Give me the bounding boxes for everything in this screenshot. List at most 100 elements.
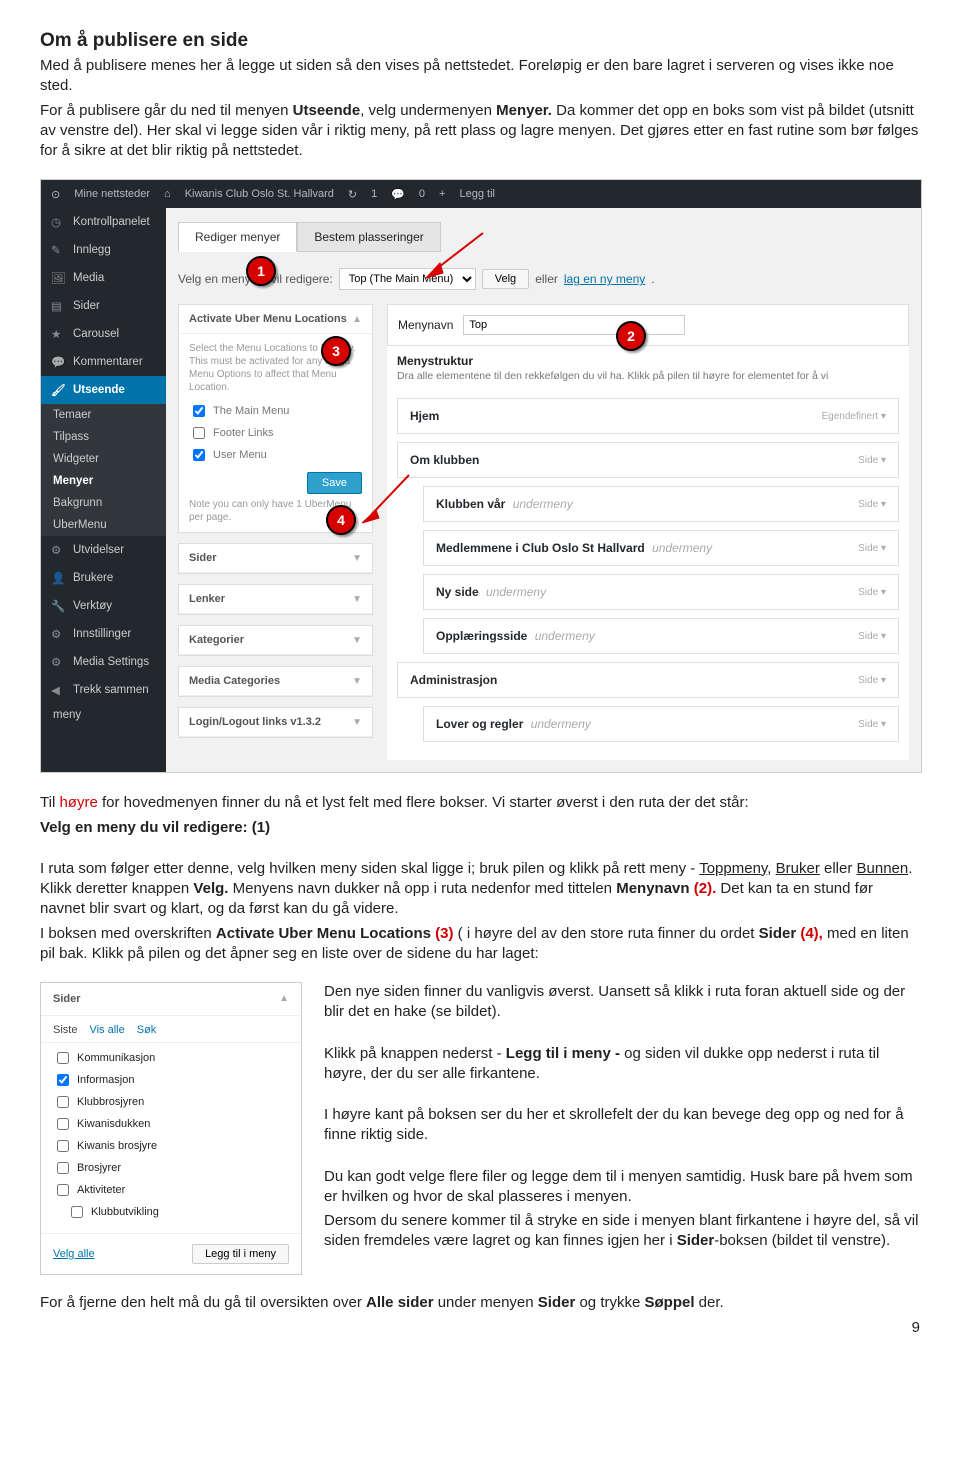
mini-list: Kommunikasjon Informasjon Klubbrosjyren …: [41, 1043, 301, 1233]
my-sites[interactable]: Mine nettsteder: [74, 188, 150, 200]
chk-brosjyrer[interactable]: Brosjyrer: [53, 1157, 289, 1179]
sidebar-media[interactable]: 🖼Media: [41, 264, 166, 292]
menu-item-admin[interactable]: AdministrasjonSide ▾: [397, 662, 899, 698]
sidebar-appearance[interactable]: 🖌Utseende: [41, 376, 166, 404]
sidebar-plugins[interactable]: ⚙Utvidelser: [41, 536, 166, 564]
wrench-icon: 🔧: [51, 599, 65, 613]
mini-add-button[interactable]: Legg til i meny: [192, 1244, 289, 1264]
menu-item-lover[interactable]: Lover og regler undermenySide ▾: [423, 706, 899, 742]
arrow-1: [423, 228, 488, 283]
chevron-down-icon[interactable]: ▼: [352, 676, 362, 687]
tab-locations[interactable]: Bestem plasseringer: [297, 222, 440, 252]
sidebar-media-settings[interactable]: ⚙Media Settings: [41, 648, 166, 676]
new-content[interactable]: Legg til: [459, 188, 494, 200]
sidebar-themes[interactable]: Temaer: [41, 404, 166, 426]
mini-select-all[interactable]: Velg alle: [53, 1248, 95, 1260]
doc-intro2: For å publisere går du ned til menyen Ut…: [40, 101, 920, 162]
chk-kommunikasjon[interactable]: Kommunikasjon: [53, 1047, 289, 1069]
mini-tab-siste[interactable]: Siste: [53, 1024, 77, 1036]
doc-right4: Du kan godt velge flere filer og legge d…: [324, 1167, 920, 1208]
chevron-down-icon[interactable]: ▼: [352, 635, 362, 646]
chk-user-menu[interactable]: User Menu: [189, 444, 362, 466]
refresh-icon: ↻: [348, 188, 357, 201]
sidebar-comments[interactable]: 💬Kommentarer: [41, 348, 166, 376]
acc-sider[interactable]: Sider▼: [178, 543, 373, 574]
acc-lenker[interactable]: Lenker▼: [178, 584, 373, 615]
user-icon: 👤: [51, 571, 65, 585]
chevron-up-icon[interactable]: ▲: [352, 314, 362, 325]
media-icon: 🖼: [51, 271, 65, 285]
menu-item-ny-side[interactable]: Ny side undermenySide ▾: [423, 574, 899, 610]
chk-kiwanis-brosjyre[interactable]: Kiwanis brosjyre: [53, 1135, 289, 1157]
menu-item-hjem[interactable]: HjemEgendefinert ▾: [397, 398, 899, 434]
acc-login-links[interactable]: Login/Logout links v1.3.2▼: [178, 707, 373, 738]
sidebar-ubermenu[interactable]: UberMenu: [41, 514, 166, 536]
sidebar-widgets[interactable]: Widgeter: [41, 448, 166, 470]
sidebar-customize[interactable]: Tilpass: [41, 426, 166, 448]
acc-media-cat[interactable]: Media Categories▼: [178, 666, 373, 697]
uber-head: Activate Uber Menu Locations: [189, 313, 347, 325]
sidebar-carousel[interactable]: ★Carousel: [41, 320, 166, 348]
menu-name-row: Menynavn: [387, 304, 909, 346]
doc-mid3: I ruta som følger etter denne, velg hvil…: [40, 859, 920, 920]
doc-mid2: Velg en meny du vil redigere: (1): [40, 818, 920, 838]
sidebar-dashboard[interactable]: ◷Kontrollpanelet: [41, 208, 166, 236]
sidebar-menus[interactable]: Menyer: [41, 470, 166, 492]
menu-name-input[interactable]: [463, 315, 685, 335]
sidebar-background[interactable]: Bakgrunn: [41, 492, 166, 514]
acc-kategorier[interactable]: Kategorier▼: [178, 625, 373, 656]
mini-tab-sok[interactable]: Søk: [137, 1024, 157, 1036]
page-number: 9: [40, 1319, 920, 1336]
doc-title: Om å publisere en side: [40, 30, 920, 52]
site-name[interactable]: Kiwanis Club Oslo St. Hallvard: [185, 188, 334, 200]
collapse-icon: ◀: [51, 683, 65, 697]
gauge-icon: ◷: [51, 215, 65, 229]
updates-count[interactable]: 1: [371, 188, 377, 200]
chk-klubbrosjyren[interactable]: Klubbrosjyren: [53, 1091, 289, 1113]
select-button[interactable]: Velg: [482, 269, 529, 289]
chk-klubbutvikling[interactable]: Klubbutvikling: [53, 1201, 289, 1223]
chk-footer-links[interactable]: Footer Links: [189, 422, 362, 444]
doc-mid4: I boksen med overskriften Activate Uber …: [40, 924, 920, 965]
chk-main-menu[interactable]: The Main Menu: [189, 400, 362, 422]
sidebar-posts[interactable]: ✎Innlegg: [41, 236, 166, 264]
tab-edit-menus[interactable]: Rediger menyer: [178, 222, 297, 252]
comments-count[interactable]: 0: [419, 188, 425, 200]
menu-item-om-klubben[interactable]: Om klubbenSide ▾: [397, 442, 899, 478]
menu-item-opplaering[interactable]: Opplæringsside undermenySide ▾: [423, 618, 899, 654]
struct-head: Menystruktur: [387, 346, 909, 370]
menu-item-medlemmene[interactable]: Medlemmene i Club Oslo St Hallvard under…: [423, 530, 899, 566]
save-button[interactable]: Save: [307, 472, 362, 494]
sidebar-users[interactable]: 👤Brukere: [41, 564, 166, 592]
sidebar-tools[interactable]: 🔧Verktøy: [41, 592, 166, 620]
mini-tab-visalle[interactable]: Vis alle: [89, 1024, 124, 1036]
home-icon: ⌂: [164, 188, 171, 200]
comment-icon: 💬: [51, 355, 65, 369]
doc-right1: Den nye siden finner du vanligvis øverst…: [324, 982, 920, 1023]
admin-sidebar: ◷Kontrollpanelet ✎Innlegg 🖼Media ▤Sider …: [41, 208, 166, 772]
plug-icon: ⚙: [51, 543, 65, 557]
chevron-down-icon[interactable]: ▼: [352, 717, 362, 728]
chk-kiwanisdukken[interactable]: Kiwanisdukken: [53, 1113, 289, 1135]
arrow-4: [359, 470, 414, 530]
doc-bottom: For å fjerne den helt må du gå til overs…: [40, 1293, 920, 1313]
create-menu-link[interactable]: lag en ny meny: [564, 272, 645, 286]
comment-icon: 💬: [391, 188, 405, 201]
brush-icon: 🖌: [51, 383, 65, 397]
star-icon: ★: [51, 327, 65, 341]
doc-right-column: Den nye siden finner du vanligvis øverst…: [324, 982, 920, 1256]
sidebar-settings[interactable]: ⚙Innstillinger: [41, 620, 166, 648]
wp-logo-icon[interactable]: ⊙: [51, 188, 60, 201]
menu-item-klubben-var[interactable]: Klubben vår undermenySide ▾: [423, 486, 899, 522]
sidebar-pages[interactable]: ▤Sider: [41, 292, 166, 320]
chevron-down-icon[interactable]: ▼: [352, 553, 362, 564]
chevron-down-icon[interactable]: ▼: [352, 594, 362, 605]
menu-select-row: Velg en meny du vil redigere: Top (The M…: [166, 252, 921, 304]
admin-bar: ⊙ Mine nettsteder ⌂ Kiwanis Club Oslo St…: [41, 180, 921, 208]
doc-right3: I høyre kant på boksen ser du her et skr…: [324, 1105, 920, 1146]
chk-informasjon[interactable]: Informasjon: [53, 1069, 289, 1091]
chevron-up-icon[interactable]: ▲: [279, 993, 289, 1005]
sidebar-collapse[interactable]: ◀Trekk sammen: [41, 676, 166, 704]
doc-intro1: Med å publisere menes her å legge ut sid…: [40, 56, 920, 97]
chk-aktiviteter[interactable]: Aktiviteter: [53, 1179, 289, 1201]
